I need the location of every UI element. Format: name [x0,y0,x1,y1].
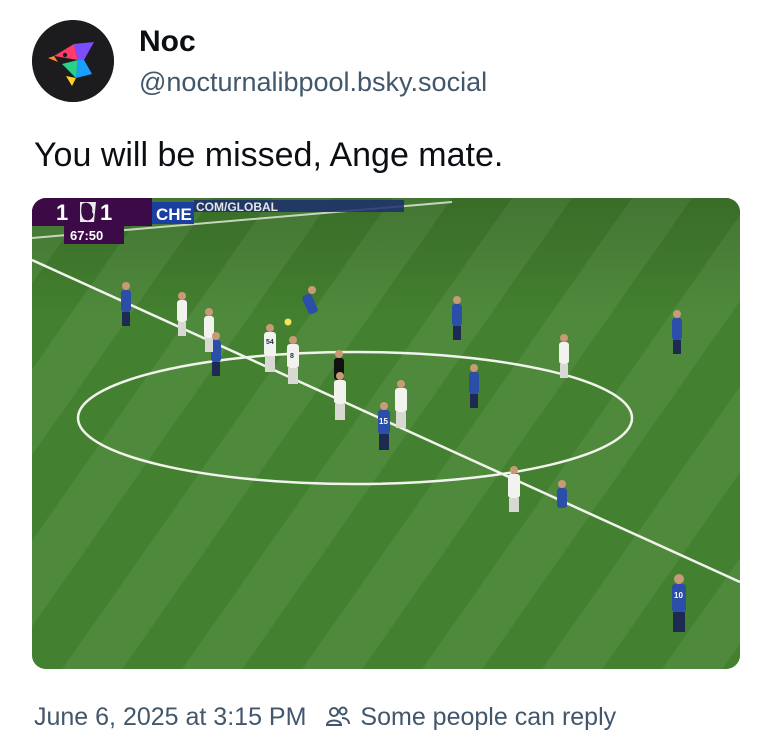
author-info: Noc @nocturnalibpool.bsky.social [139,24,487,100]
shirt-number-10: 10 [674,591,683,600]
post-image[interactable]: 54 8 15 10 1 1 CHE COM/GLOBAL 67:50 [32,198,740,669]
colorful-bird-avatar-icon [32,20,114,102]
avatar[interactable] [32,20,114,102]
ball [284,318,292,326]
post-card: Noc @nocturnalibpool.bsky.social You wil… [0,0,772,750]
match-clock: 67:50 [70,228,103,243]
ticker-text: COM/GLOBAL [196,200,278,214]
shirt-number-54: 54 [266,339,274,346]
away-score: 1 [100,200,112,225]
post-timestamp[interactable]: June 6, 2025 at 3:15 PM [34,700,306,734]
author-handle[interactable]: @nocturnalibpool.bsky.social [139,64,487,100]
reply-setting-label: Some people can reply [360,703,617,731]
shirt-number-8: 8 [290,353,294,360]
display-name[interactable]: Noc [139,24,487,60]
reply-setting[interactable]: Some people can reply [324,700,616,734]
people-icon [324,703,352,731]
post-footer: June 6, 2025 at 3:15 PM Some people can … [34,700,616,734]
shirt-number-15: 15 [379,417,388,426]
football-match-image: 54 8 15 10 1 1 CHE COM/GLOBAL 67:50 [32,198,740,669]
post-text: You will be missed, Ange mate. [34,136,504,174]
home-score: 1 [56,200,68,225]
away-team: CHE [156,205,192,224]
